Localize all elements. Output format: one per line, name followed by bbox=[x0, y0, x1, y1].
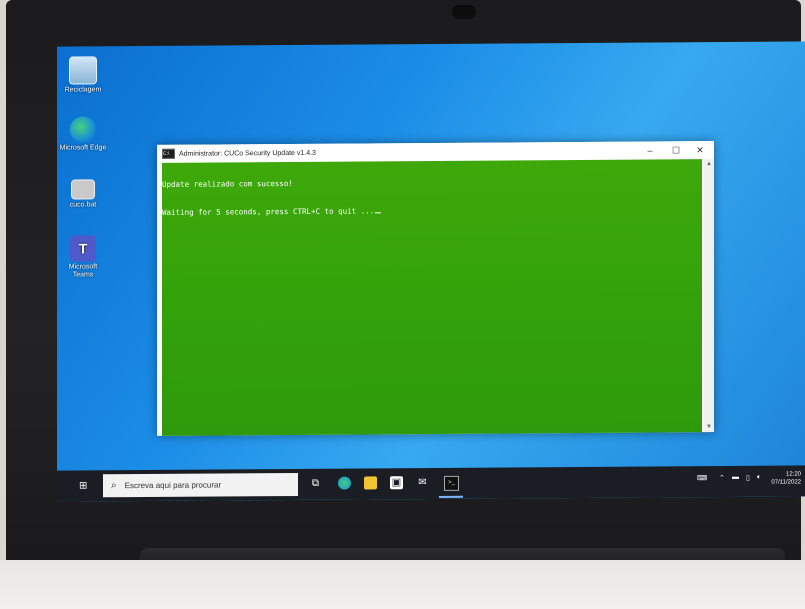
console-line: Update realizado com sucesso! bbox=[162, 178, 293, 189]
desktop-icon-edge[interactable]: Microsoft Edge bbox=[58, 116, 108, 152]
console-line: Waiting for 5 seconds, press CTRL+C to q… bbox=[162, 206, 382, 217]
desktop-icon-teams[interactable]: T Microsoft Teams bbox=[58, 235, 108, 279]
search-placeholder: Escreva aqui para procurar bbox=[124, 480, 222, 491]
battery-icon[interactable]: ▬ bbox=[732, 474, 739, 481]
taskbar-search-box[interactable]: ⌕ Escreva aqui para procurar bbox=[103, 472, 298, 498]
desktop-icon-label: Microsoft Teams bbox=[68, 263, 98, 279]
search-icon: ⌕ bbox=[111, 480, 117, 492]
clock-time: 12:20 bbox=[785, 471, 801, 478]
console-line-text: Waiting for 5 seconds, press CTRL+C to q… bbox=[162, 206, 375, 217]
desktop-icon-label: Microsoft Edge bbox=[59, 144, 107, 152]
console-output[interactable]: Update realizado com sucesso! Waiting fo… bbox=[162, 159, 702, 436]
windows-logo-icon[interactable]: ⊞ bbox=[79, 480, 90, 491]
minimize-button[interactable]: – bbox=[638, 141, 662, 159]
desktop-icon-cuco-bat[interactable]: cuco.bat bbox=[58, 179, 108, 209]
edge-icon[interactable] bbox=[338, 476, 351, 490]
laptop-base bbox=[0, 560, 805, 609]
file-explorer-icon[interactable] bbox=[364, 476, 377, 490]
mail-icon[interactable]: ✉ bbox=[416, 476, 429, 489]
console-scrollbar[interactable]: ▲ ▼ bbox=[704, 159, 714, 433]
clock-date: 07/11/2022 bbox=[771, 479, 801, 486]
scroll-down-icon[interactable]: ▼ bbox=[704, 422, 714, 432]
close-button[interactable]: ✕ bbox=[688, 141, 712, 159]
teams-icon: T bbox=[70, 235, 96, 262]
webcam bbox=[452, 5, 476, 19]
chevron-up-icon[interactable]: ⌃ bbox=[719, 474, 725, 482]
taskbar: ⊞ ⌕ Escreva aqui para procurar ⧉ ▣ ✉ >_ … bbox=[57, 465, 805, 502]
recycle-bin-icon bbox=[69, 56, 97, 85]
task-view-icon[interactable]: ⧉ bbox=[309, 477, 322, 490]
edge-icon bbox=[70, 116, 96, 143]
window-title: Administrator: CUCo Security Update v1.4… bbox=[179, 149, 316, 158]
text-cursor bbox=[375, 212, 382, 214]
active-app-indicator bbox=[439, 495, 463, 498]
volume-icon[interactable]: 🔈︎ bbox=[757, 474, 761, 482]
desktop-screen: Reciclagem Microsoft Edge cuco.bat T Mic… bbox=[57, 41, 805, 502]
store-icon[interactable]: ▣ bbox=[390, 476, 403, 490]
desktop-icon-recycle-bin[interactable]: Reciclagem bbox=[58, 56, 108, 94]
keyboard-icon[interactable]: ⌨ bbox=[697, 474, 707, 482]
desktop-icon-label: Reciclagem bbox=[64, 86, 102, 94]
desktop-icon-label: cuco.bat bbox=[69, 201, 97, 209]
command-prompt-icon: C:\ bbox=[162, 148, 175, 159]
batch-file-icon bbox=[71, 179, 95, 200]
console-window[interactable]: C:\ Administrator: CUCo Security Update … bbox=[157, 141, 714, 436]
command-prompt-icon[interactable]: >_ bbox=[444, 475, 459, 491]
scroll-up-icon[interactable]: ▲ bbox=[704, 159, 714, 169]
maximize-button[interactable]: ☐ bbox=[664, 141, 688, 159]
taskbar-clock[interactable]: 12:20 07/11/2022 bbox=[771, 470, 801, 486]
network-icon[interactable]: ▯ bbox=[746, 474, 750, 482]
